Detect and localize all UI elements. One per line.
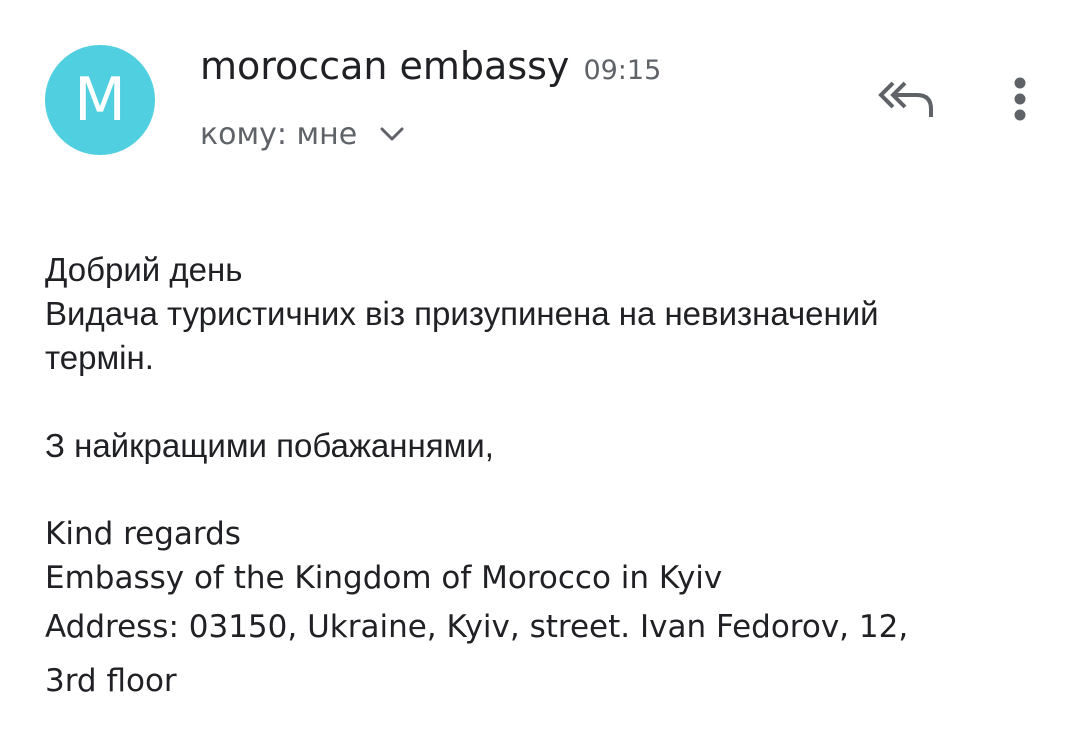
sender-avatar[interactable]: M [45,45,155,155]
closing-ua-text: З найкращими побажаннями, [45,427,494,464]
message-line: термін. [45,339,154,376]
signature-address: Address: 03150, Ukraine, Kyiv, street. I… [45,609,909,645]
reply-all-icon [875,77,935,125]
message-body: Добрий день Видача туристичних віз призу… [45,248,1045,708]
closing-en-text: Kind regards [45,516,241,552]
chevron-down-icon[interactable] [379,121,405,147]
reply-all-button[interactable] [872,74,938,128]
email-header: M moroccan embassy 09:15 кому: мне [0,0,1080,200]
more-vert-icon [1013,76,1027,126]
recipient-label: кому: мне [200,116,358,152]
signature-address-floor: 3rd floor [45,663,177,699]
message-time: 09:15 [583,55,662,86]
sender-line: moroccan embassy 09:15 [200,44,661,94]
greeting-text: Добрий день [45,251,243,288]
more-options-button[interactable] [996,74,1044,128]
sender-name[interactable]: moroccan embassy [200,44,569,88]
message-line: Видача туристичних віз призупинена на не… [45,295,879,332]
recipient-details-toggle[interactable]: кому: мне [200,112,405,156]
signature-org: Embassy of the Kingdom of Morocco in Kyi… [45,560,723,596]
